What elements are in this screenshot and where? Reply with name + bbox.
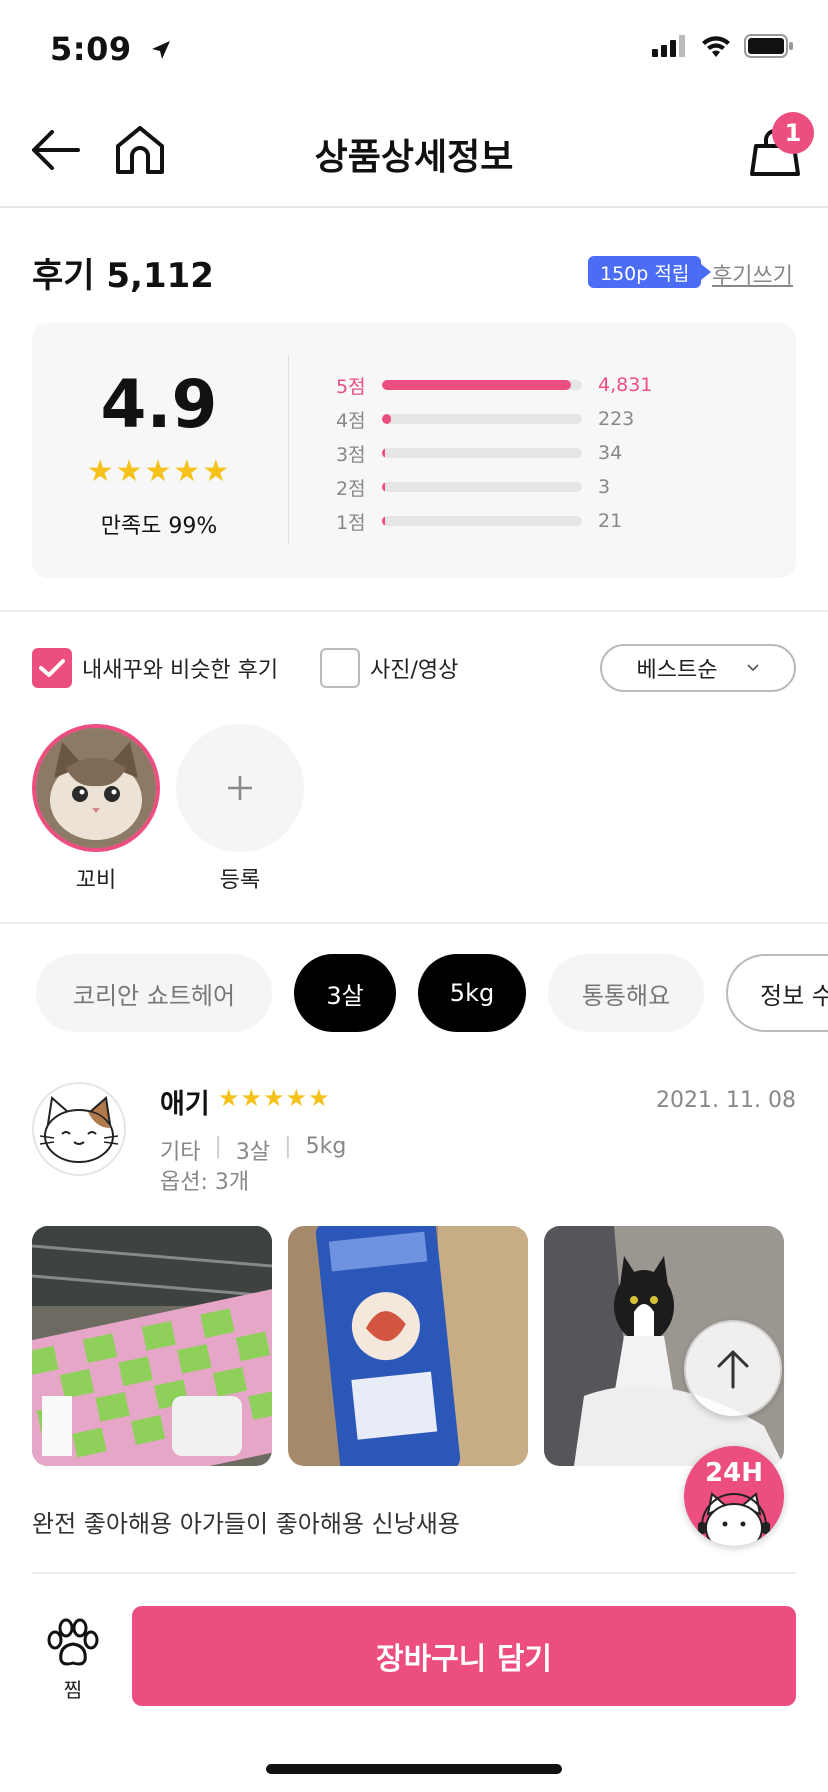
status-time-text: 5:09 xyxy=(50,30,132,68)
chip-breed[interactable]: 코리안 쇼트헤어 xyxy=(36,954,272,1032)
review-option: 옵션: 3개 xyxy=(160,1170,250,1195)
rating-bar-fill xyxy=(382,516,385,526)
pet-name: 꼬비 xyxy=(75,868,117,893)
average-stars: ★★★★★ xyxy=(86,454,232,489)
chip-weight[interactable]: 5kg xyxy=(418,954,526,1032)
review-count-title: 후기 5,112 xyxy=(32,256,214,296)
cat-avatar-icon xyxy=(39,1096,119,1163)
write-review-link[interactable]: 후기쓰기 xyxy=(712,258,793,290)
meta-separator: | xyxy=(214,1134,222,1159)
cart-count-badge: 1 xyxy=(772,112,814,154)
pet-avatar[interactable] xyxy=(32,724,160,852)
reviewer-avatar xyxy=(32,1082,126,1176)
rating-row-label: 3점 xyxy=(336,443,366,466)
checkmark-icon xyxy=(39,659,65,677)
rating-row-count: 21 xyxy=(598,510,623,532)
review-divider xyxy=(32,1572,796,1574)
location-arrow-icon xyxy=(152,41,171,59)
rating-row-2: 2점 3 xyxy=(336,472,676,502)
chip-edit-info[interactable]: 정보 수 xyxy=(726,954,828,1032)
status-time: 5:09 xyxy=(50,30,173,68)
photo-video-checkbox[interactable] xyxy=(320,648,360,688)
chip-age[interactable]: 3살 xyxy=(294,954,396,1032)
status-icons xyxy=(652,34,794,58)
average-rating: 4.9 xyxy=(100,366,218,443)
rating-row-label: 4점 xyxy=(336,409,366,432)
cellular-signal-icon xyxy=(652,35,685,57)
scroll-to-top-button[interactable] xyxy=(684,1320,782,1418)
review-meta-age: 3살 xyxy=(235,1140,271,1165)
chip-body-type[interactable]: 통통해요 xyxy=(548,954,704,1032)
woven-bag-photo-icon xyxy=(32,1226,272,1466)
rating-row-count: 3 xyxy=(598,476,611,498)
rating-bar-track xyxy=(382,380,582,390)
rating-bar-fill xyxy=(382,380,571,390)
rating-bar-track xyxy=(382,516,582,526)
rating-row-4: 4점 223 xyxy=(336,404,676,434)
plus-icon xyxy=(228,776,252,800)
satisfaction-text: 만족도 99% xyxy=(100,514,218,539)
add-to-cart-button[interactable]: 장바구니 담기 xyxy=(132,1606,796,1706)
review-pet-meta: 기타 | 3살 | 5kg xyxy=(160,1134,346,1166)
review-meta-breed: 기타 xyxy=(160,1140,201,1165)
review-meta-weight: 5kg xyxy=(305,1134,347,1159)
similar-review-checkbox[interactable] xyxy=(32,648,72,688)
rating-bar-track xyxy=(382,414,582,424)
home-indicator xyxy=(266,1764,562,1774)
add-pet-button[interactable] xyxy=(176,724,304,852)
meta-separator: | xyxy=(284,1134,292,1159)
section-divider xyxy=(0,610,828,612)
paw-icon xyxy=(47,1618,99,1666)
rating-bar-fill xyxy=(382,448,385,458)
page-title: 상품상세정보 xyxy=(314,137,514,178)
rating-bar-track xyxy=(382,482,582,492)
rating-bar-fill xyxy=(382,414,391,424)
rating-row-count: 4,831 xyxy=(598,374,653,396)
rating-row-label: 2점 xyxy=(336,477,366,500)
customer-chat-button[interactable]: 24H xyxy=(684,1446,784,1546)
rating-row-3: 3점 34 xyxy=(336,438,676,468)
photo-video-filter[interactable]: 사진/영상 xyxy=(320,648,458,688)
review-photo[interactable] xyxy=(288,1226,528,1466)
sort-dropdown[interactable]: 베스트순 xyxy=(600,644,796,692)
section-divider xyxy=(0,922,828,924)
wifi-icon xyxy=(702,36,730,57)
cat-treat-package-photo-icon xyxy=(288,1226,528,1466)
similar-review-filter[interactable]: 내새꾸와 비슷한 후기 xyxy=(32,648,278,688)
cat-photo-icon xyxy=(36,728,156,848)
arrow-up-icon xyxy=(717,1350,749,1389)
review-photo[interactable] xyxy=(32,1226,272,1466)
rating-row-label: 1점 xyxy=(336,511,366,534)
rating-row-5: 5점 4,831 xyxy=(336,370,676,400)
review-date: 2021. 11. 08 xyxy=(656,1088,796,1113)
rating-row-count: 223 xyxy=(598,408,635,430)
reviewer-name: 애기 xyxy=(160,1089,210,1120)
rating-row-1: 1점 21 xyxy=(336,506,676,536)
review-text: 완전 좋아해용 아가들이 좋아해용 신낭새용 xyxy=(32,1510,460,1538)
rating-row-count: 34 xyxy=(598,442,623,464)
chat-24h-label: 24H xyxy=(705,1458,763,1488)
add-pet-label: 등록 xyxy=(219,868,261,893)
wish-label: 찜 xyxy=(63,1678,83,1702)
rating-bar-fill xyxy=(382,482,385,492)
cat-headset-icon xyxy=(698,1492,770,1546)
review-stars: ★★★★★ xyxy=(218,1084,331,1112)
chevron-down-icon xyxy=(747,664,760,672)
photo-video-label: 사진/영상 xyxy=(370,658,459,683)
point-badge-text: 150p 적립 xyxy=(600,262,690,285)
rating-bar-track xyxy=(382,448,582,458)
rating-row-label: 5점 xyxy=(336,375,366,398)
point-badge: 150p 적립 xyxy=(588,256,712,288)
battery-icon xyxy=(744,34,793,58)
sort-dropdown-value: 베스트순 xyxy=(636,658,718,683)
summary-divider xyxy=(288,355,289,545)
wish-button[interactable]: 찜 xyxy=(32,1618,114,1703)
similar-review-label: 내새꾸와 비슷한 후기 xyxy=(82,658,279,683)
